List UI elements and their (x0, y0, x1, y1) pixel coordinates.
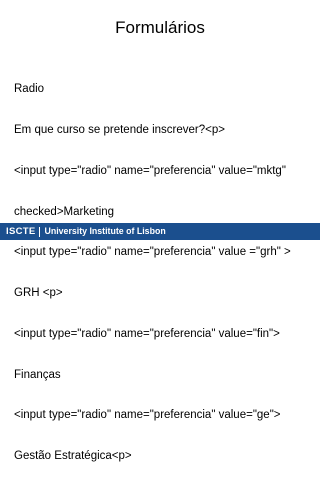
body-line: <input type="radio" name="preferencia" v… (14, 246, 291, 259)
slide: Formulários Radio Em que curso se preten… (0, 0, 320, 462)
body-line: GRH <p> (14, 287, 63, 300)
body-line: <input type="radio" name="preferencia" v… (14, 409, 281, 422)
logo-mark: ISCTE (6, 226, 36, 237)
body-line: Finanças (14, 368, 61, 381)
logo-divider (39, 226, 41, 237)
body-line: <input type="radio" name="preferencia" v… (14, 164, 286, 177)
body-line: Gestão Estratégica<p> (14, 450, 132, 463)
body-line: Em que curso se pretende inscrever?<p> (14, 123, 225, 136)
slide-title: Formulários (115, 18, 205, 37)
institution-name: University Institute of Lisbon (44, 226, 166, 236)
body-line: Radio (14, 83, 45, 96)
footer-bar: ISCTE University Institute of Lisbon (0, 223, 320, 240)
iscte-logo: ISCTE University Institute of Lisbon (6, 226, 166, 237)
body-line: <input type="radio" name="preferencia" v… (14, 327, 280, 340)
slide-body: Radio Em que curso se pretende inscrever… (14, 56, 314, 480)
body-line: checked>Marketing (14, 205, 115, 218)
